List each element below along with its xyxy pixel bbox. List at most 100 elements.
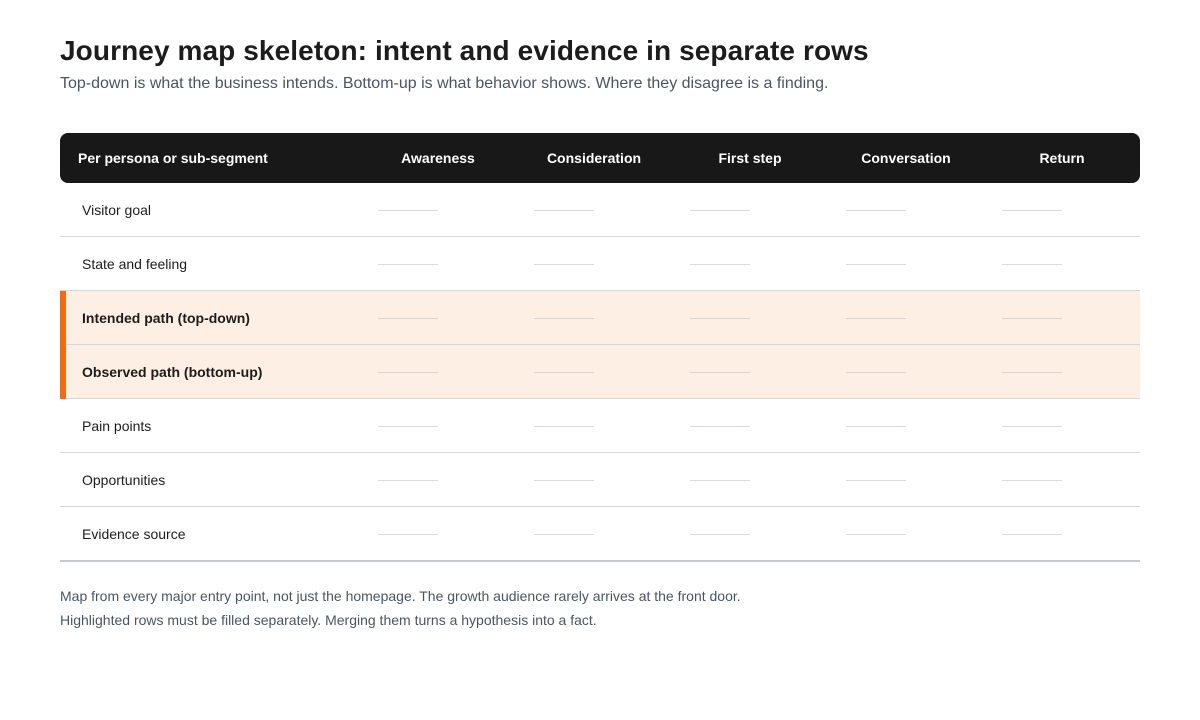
placeholder-line <box>1002 425 1062 427</box>
row-label: State and feeling <box>82 255 188 272</box>
empty-cell[interactable] <box>984 183 1140 236</box>
empty-cell[interactable] <box>516 399 672 452</box>
placeholder-line <box>690 263 750 265</box>
placeholder-line <box>1002 479 1062 481</box>
page-title: Journey map skeleton: intent and evidenc… <box>60 35 869 66</box>
placeholder-line <box>846 317 906 319</box>
placeholder-line <box>846 371 906 373</box>
empty-cell[interactable] <box>360 345 516 398</box>
empty-cell[interactable] <box>828 453 984 506</box>
placeholder-line <box>846 425 906 427</box>
footer-note-highlighted-rows: Highlighted rows must be filled separate… <box>60 612 597 628</box>
empty-cell[interactable] <box>360 507 516 560</box>
footer-note-entry-points: Map from every major entry point, not ju… <box>60 588 741 604</box>
empty-cell[interactable] <box>828 345 984 398</box>
table-body: Visitor goal State and feeling Intended pa… <box>60 183 1140 562</box>
placeholder-line <box>534 209 594 211</box>
column-header-conversation: Conversation <box>861 150 951 166</box>
table-row: Opportunities <box>60 453 1140 507</box>
empty-cell[interactable] <box>516 291 672 344</box>
table-row: Intended path (top-down) <box>60 291 1140 345</box>
journey-map-table: Per persona or sub-segment Awareness Con… <box>60 133 1140 562</box>
placeholder-line <box>534 479 594 481</box>
empty-cell[interactable] <box>516 453 672 506</box>
empty-cell[interactable] <box>984 507 1140 560</box>
placeholder-line <box>534 371 594 373</box>
placeholder-line <box>690 317 750 319</box>
corner-header: Per persona or sub-segment <box>78 150 268 166</box>
placeholder-line <box>690 209 750 211</box>
footer-notes: Map from every major entry point, not ju… <box>60 584 1140 632</box>
empty-cell[interactable] <box>672 399 828 452</box>
empty-cell[interactable] <box>984 345 1140 398</box>
row-label: Evidence source <box>82 525 186 542</box>
empty-cell[interactable] <box>360 291 516 344</box>
empty-cell[interactable] <box>516 183 672 236</box>
empty-cell[interactable] <box>828 237 984 290</box>
empty-cell[interactable] <box>516 345 672 398</box>
row-label: Pain points <box>82 417 152 434</box>
journey-map-page: Journey map skeleton: intent and evidenc… <box>60 34 1140 632</box>
placeholder-line <box>534 263 594 265</box>
empty-cell[interactable] <box>984 399 1140 452</box>
column-header-awareness: Awareness <box>401 150 475 166</box>
empty-cell[interactable] <box>672 291 828 344</box>
empty-cell[interactable] <box>516 507 672 560</box>
empty-cell[interactable] <box>984 453 1140 506</box>
placeholder-line <box>690 479 750 481</box>
placeholder-line <box>1002 209 1062 211</box>
column-header-return: Return <box>1039 150 1085 166</box>
table-row: Visitor goal <box>60 183 1140 237</box>
row-label: Opportunities <box>82 471 166 488</box>
placeholder-line <box>1002 533 1062 535</box>
placeholder-line <box>1002 263 1062 265</box>
page-subtitle: Top-down is what the business intends. B… <box>60 75 829 92</box>
column-header-consideration: Consideration <box>546 150 642 166</box>
placeholder-line <box>846 209 906 211</box>
placeholder-line <box>846 479 906 481</box>
empty-cell[interactable] <box>828 507 984 560</box>
table-header: Per persona or sub-segment Awareness Con… <box>60 133 1140 183</box>
table-row: State and feeling <box>60 237 1140 291</box>
empty-cell[interactable] <box>828 399 984 452</box>
empty-cell[interactable] <box>672 453 828 506</box>
column-header-first-step: First step <box>718 150 782 166</box>
placeholder-line <box>534 533 594 535</box>
placeholder-line <box>378 263 438 265</box>
placeholder-line <box>1002 371 1062 373</box>
placeholder-line <box>534 425 594 427</box>
empty-cell[interactable] <box>828 291 984 344</box>
row-label: Intended path (top-down) <box>82 309 250 326</box>
empty-cell[interactable] <box>360 453 516 506</box>
empty-cell[interactable] <box>984 291 1140 344</box>
placeholder-line <box>690 533 750 535</box>
empty-cell[interactable] <box>672 507 828 560</box>
empty-cell[interactable] <box>672 183 828 236</box>
placeholder-line <box>378 479 438 481</box>
placeholder-line <box>378 317 438 319</box>
placeholder-line <box>690 425 750 427</box>
placeholder-line <box>846 263 906 265</box>
empty-cell[interactable] <box>360 237 516 290</box>
empty-cell[interactable] <box>360 399 516 452</box>
row-label: Visitor goal <box>82 201 152 218</box>
empty-cell[interactable] <box>828 183 984 236</box>
placeholder-line <box>378 209 438 211</box>
placeholder-line <box>1002 317 1062 319</box>
empty-cell[interactable] <box>672 237 828 290</box>
empty-cell[interactable] <box>984 237 1140 290</box>
empty-cell[interactable] <box>516 237 672 290</box>
table-row: Evidence source <box>60 507 1140 562</box>
row-label: Observed path (bottom-up) <box>82 363 263 380</box>
placeholder-line <box>846 533 906 535</box>
placeholder-line <box>378 425 438 427</box>
empty-cell[interactable] <box>360 183 516 236</box>
placeholder-line <box>534 317 594 319</box>
placeholder-line <box>690 371 750 373</box>
highlight-accent-bar <box>60 345 66 399</box>
placeholder-line <box>378 371 438 373</box>
table-row: Observed path (bottom-up) <box>60 345 1140 399</box>
highlight-accent-bar <box>60 291 66 345</box>
empty-cell[interactable] <box>672 345 828 398</box>
placeholder-line <box>378 533 438 535</box>
